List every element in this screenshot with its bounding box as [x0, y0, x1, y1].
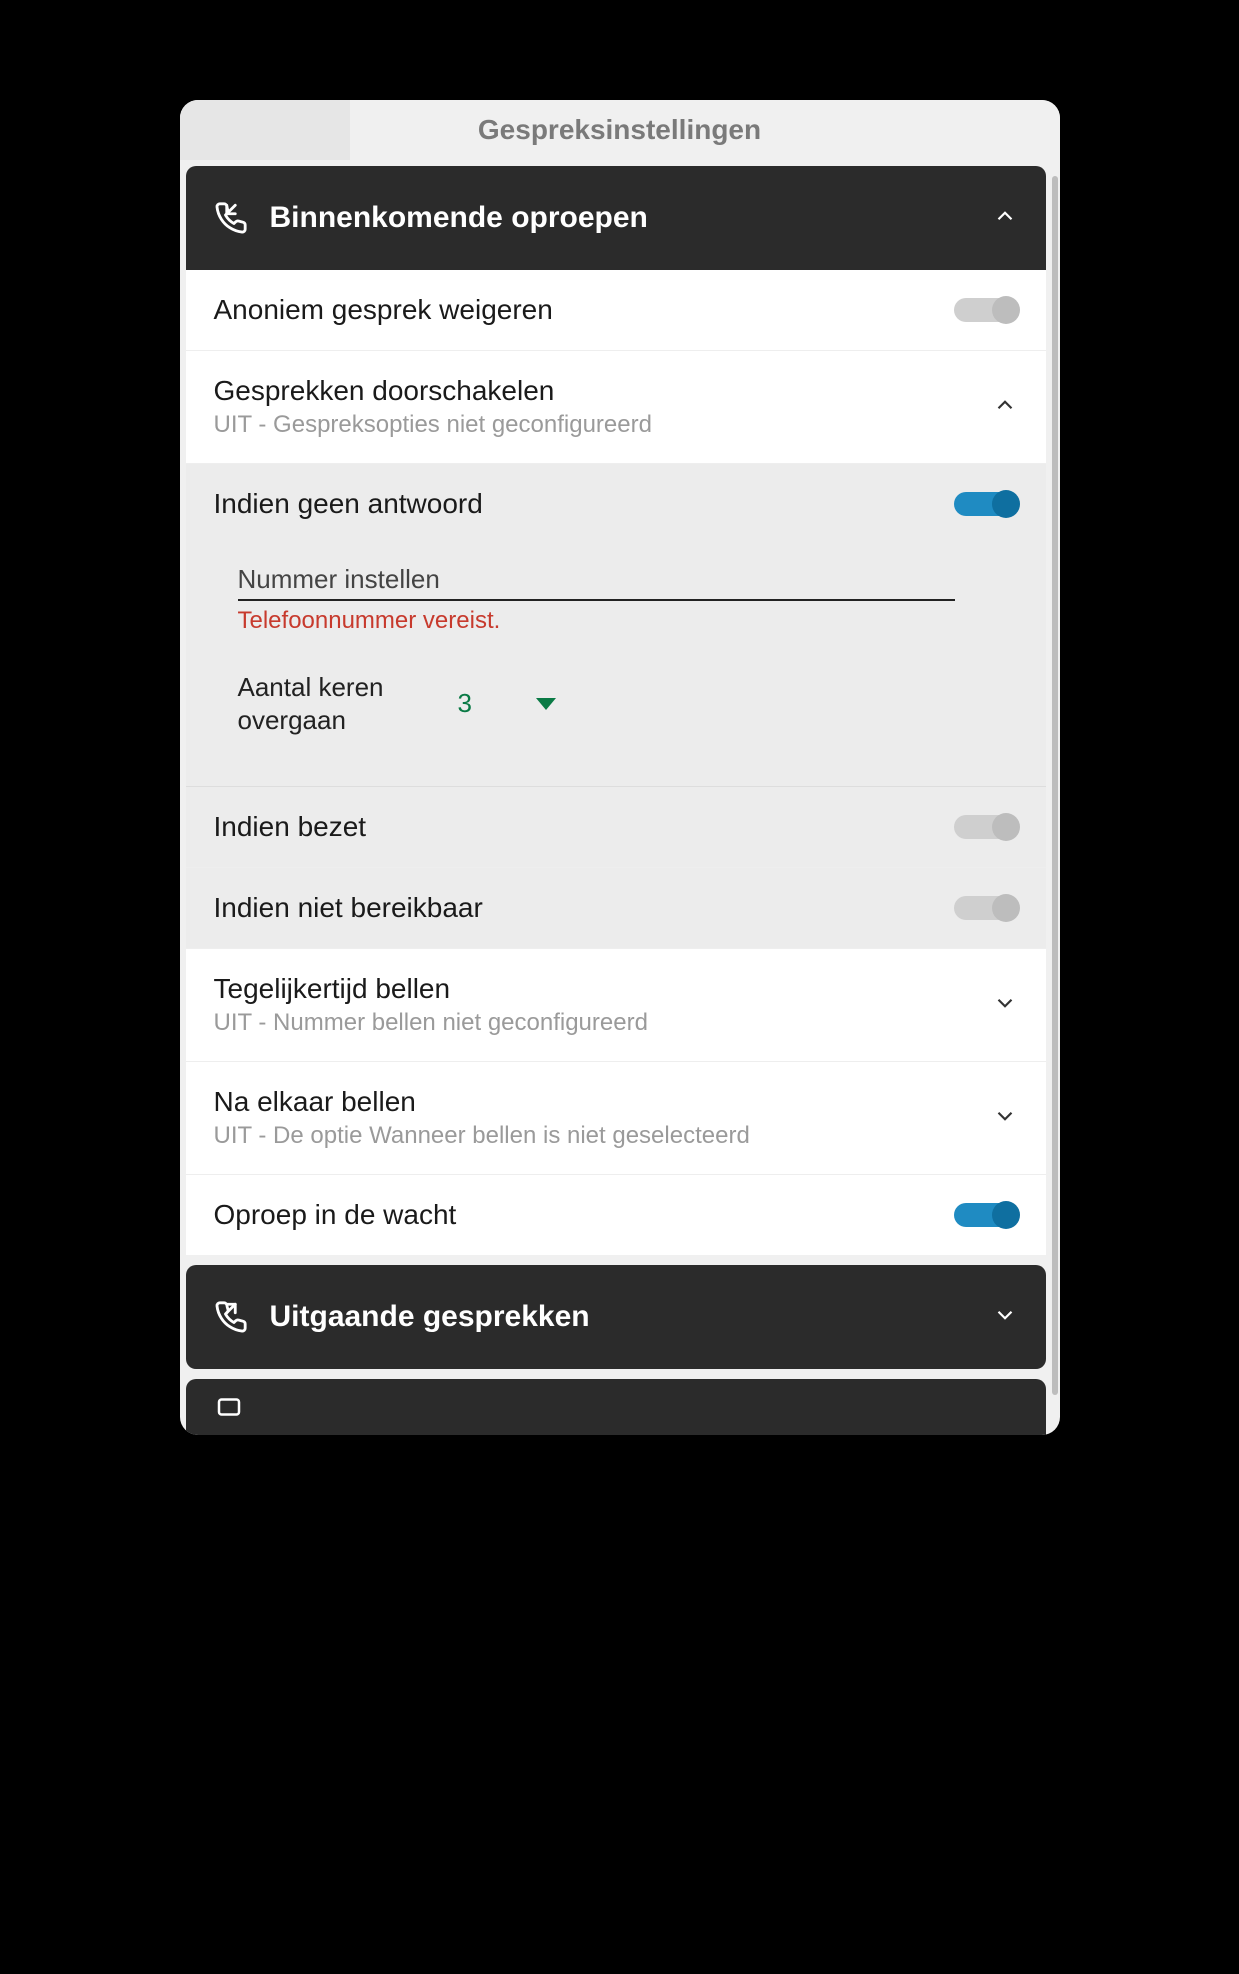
call-forwarding-sub: UIT - Gespreksopties niet geconfigureerd [214, 411, 992, 439]
tab-stub[interactable] [180, 100, 350, 160]
chevron-down-icon [992, 1302, 1018, 1333]
toggle-call-waiting[interactable] [954, 1203, 1018, 1227]
chevron-up-icon [992, 392, 1018, 423]
dropdown-triangle-icon [536, 698, 556, 710]
section-incoming-calls[interactable]: Binnenkomende oproepen [186, 166, 1046, 270]
sequential-ring-sub: UIT - De optie Wanneer bellen is niet ge… [214, 1122, 992, 1150]
row-unreachable: Indien niet bereikbaar [186, 868, 1046, 949]
row-busy: Indien bezet [186, 787, 1046, 868]
row-sequential-ring[interactable]: Na elkaar bellen UIT - De optie Wanneer … [186, 1062, 1046, 1175]
call-waiting-label: Oproep in de wacht [214, 1199, 954, 1231]
section-outgoing-label: Uitgaande gesprekken [270, 1300, 992, 1334]
toggle-no-answer[interactable] [954, 492, 1018, 516]
row-call-waiting: Oproep in de wacht [186, 1175, 1046, 1255]
rings-value: 3 [458, 688, 472, 719]
sequential-ring-label: Na elkaar bellen [214, 1086, 992, 1118]
section-voicemail-peek[interactable] [186, 1379, 1046, 1435]
section-outgoing-calls[interactable]: Uitgaande gesprekken [186, 1265, 1046, 1369]
no-answer-label: Indien geen antwoord [214, 488, 954, 520]
voicemail-icon [214, 1392, 254, 1422]
row-no-answer: Indien geen antwoord [186, 464, 1046, 544]
incoming-call-icon [214, 201, 254, 235]
toggle-anonymous-reject[interactable] [954, 298, 1018, 322]
simultaneous-ring-sub: UIT - Nummer bellen niet geconfigureerd [214, 1009, 992, 1037]
no-answer-detail: Telefoonnummer vereist. Aantal keren ove… [186, 544, 1046, 787]
chevron-down-icon [992, 990, 1018, 1021]
section-incoming-label: Binnenkomende oproepen [270, 201, 992, 235]
outgoing-call-icon [214, 1300, 254, 1334]
toggle-busy[interactable] [954, 815, 1018, 839]
busy-label: Indien bezet [214, 811, 954, 843]
scroll-area[interactable]: Binnenkomende oproepen Anoniem gesprek w… [180, 166, 1060, 1435]
call-forwarding-label: Gesprekken doorschakelen [214, 375, 992, 407]
settings-panel: Gespreksinstellingen Binnenkomende oproe… [180, 100, 1060, 1435]
simultaneous-ring-label: Tegelijkertijd bellen [214, 973, 992, 1005]
anonymous-reject-label: Anoniem gesprek weigeren [214, 294, 954, 326]
chevron-up-icon [992, 203, 1018, 234]
row-anonymous-reject: Anoniem gesprek weigeren [186, 270, 1046, 351]
chevron-down-icon [992, 1103, 1018, 1134]
rings-label: Aantal keren overgaan [238, 671, 418, 736]
tab-header: Gespreksinstellingen [180, 100, 1060, 160]
rings-select[interactable]: 3 [458, 688, 556, 719]
unreachable-label: Indien niet bereikbaar [214, 892, 954, 924]
toggle-unreachable[interactable] [954, 896, 1018, 920]
no-answer-error: Telefoonnummer vereist. [238, 607, 1018, 635]
no-answer-number-input[interactable] [238, 560, 956, 601]
row-call-forwarding[interactable]: Gesprekken doorschakelen UIT - Gesprekso… [186, 351, 1046, 464]
row-simultaneous-ring[interactable]: Tegelijkertijd bellen UIT - Nummer belle… [186, 949, 1046, 1062]
